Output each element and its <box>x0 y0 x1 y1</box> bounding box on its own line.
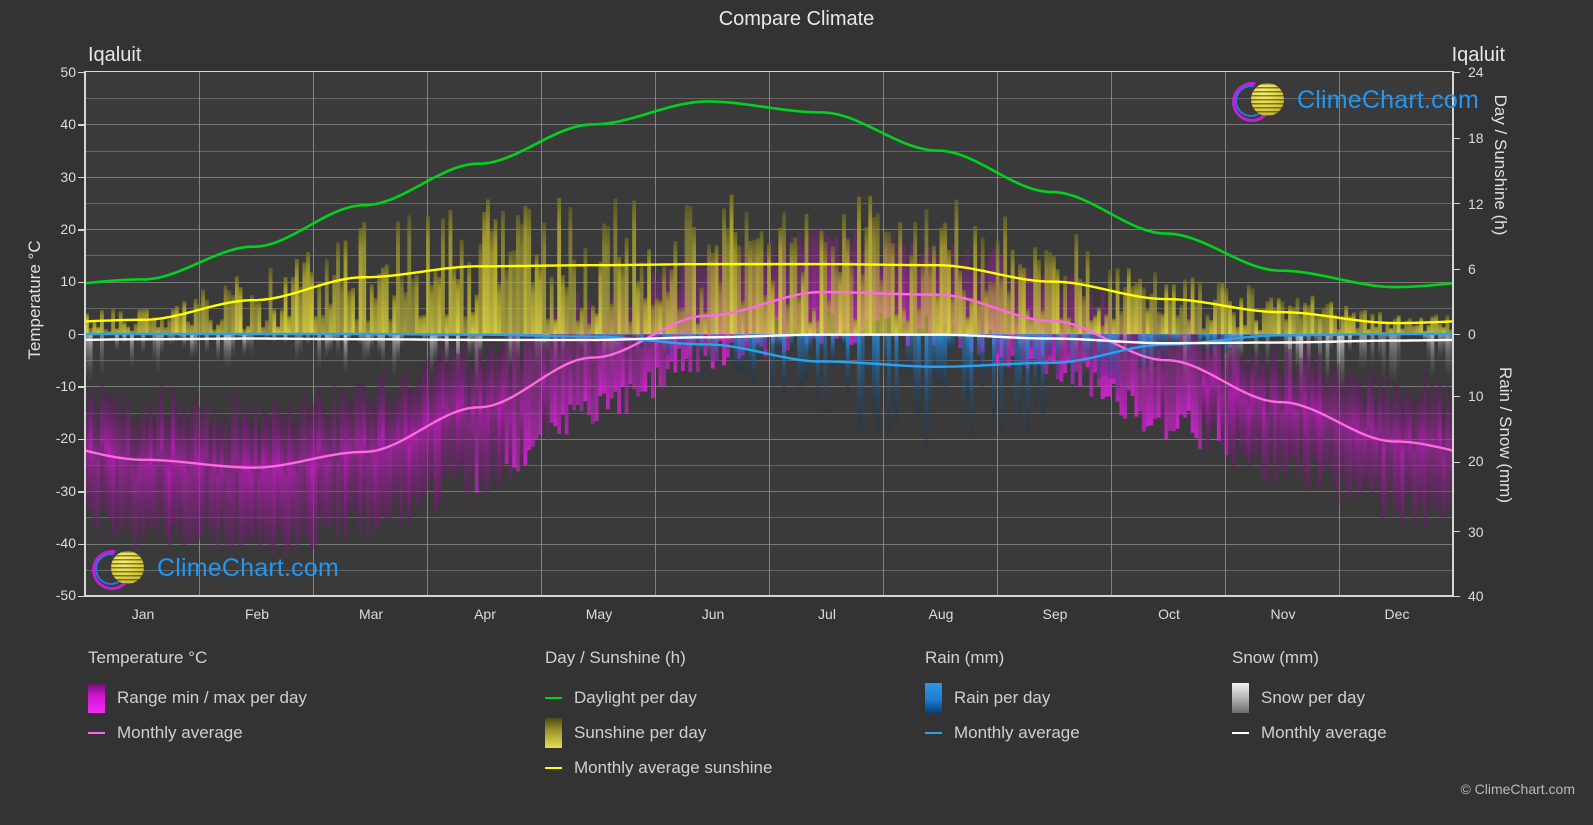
legend-label: Monthly average sunshine <box>574 757 773 777</box>
swatch-snow <box>1232 682 1249 713</box>
copyright-notice: © ClimeChart.com <box>1460 781 1575 797</box>
xtick-aug: Aug <box>928 606 954 622</box>
legend-group-temperature: Temperature °C Range min / max per day M… <box>88 648 307 750</box>
plot-top-border <box>84 71 1454 73</box>
legend-item[interactable]: Daylight per day <box>545 680 772 715</box>
legend-item[interactable]: Sunshine per day <box>545 715 772 750</box>
ytick-left: -40 <box>55 535 76 551</box>
xtick-dec: Dec <box>1384 606 1410 622</box>
legend-label: Monthly average <box>1261 722 1387 742</box>
logo-text: ClimeChart.com <box>1297 85 1479 114</box>
legend-item[interactable]: Monthly average <box>88 715 307 750</box>
xtick-jun: Jun <box>701 606 725 622</box>
swatch-temperature-average <box>88 731 105 734</box>
swatch-temperature-range <box>88 682 105 713</box>
legend-item[interactable]: Monthly average <box>925 715 1080 750</box>
swatch-daylight <box>545 696 562 699</box>
y-axis-label-right-top: Day / Sunshine (h) <box>1491 94 1510 236</box>
ytick-right-bottom: 40 <box>1468 588 1484 604</box>
xtick-jan: Jan <box>131 606 155 622</box>
chart-plot-area[interactable] <box>85 72 1453 596</box>
ytick-left: 50 <box>60 64 76 80</box>
legend-label: Snow per day <box>1261 687 1365 707</box>
legend-heading: Day / Sunshine (h) <box>545 648 686 667</box>
legend-label: Range min / max per day <box>117 687 307 707</box>
legend-heading: Temperature °C <box>88 648 208 667</box>
swatch-sunshine-average <box>545 766 562 769</box>
legend-label: Monthly average <box>954 722 1080 742</box>
ytick-left: -50 <box>55 587 76 603</box>
chart-data-layer <box>85 100 1453 558</box>
legend-label: Sunshine per day <box>574 722 707 742</box>
legend-item[interactable]: Snow per day <box>1232 680 1387 715</box>
climechart-logo-bottom[interactable]: ClimeChart.com <box>84 542 339 598</box>
y-axis-label-left: Temperature °C <box>25 240 44 360</box>
legend-label: Monthly average <box>117 722 243 742</box>
legend-item[interactable]: Rain per day <box>925 680 1080 715</box>
xtick-apr: Apr <box>474 606 496 622</box>
x-axis <box>84 595 1454 597</box>
legend-group-snow: Snow (mm) Snow per day Monthly average <box>1232 648 1387 750</box>
chart-legend: Temperature °C Range min / max per day M… <box>0 648 1593 818</box>
xtick-feb: Feb <box>244 606 270 622</box>
legend-heading: Snow (mm) <box>1232 648 1319 667</box>
climechart-logo-icon <box>1224 74 1290 130</box>
legend-group-daysun: Day / Sunshine (h) Daylight per day Suns… <box>545 648 772 785</box>
legend-item[interactable]: Monthly average sunshine <box>545 750 772 785</box>
xtick-mar: Mar <box>358 606 384 622</box>
y-axis-label-right-bottom: Rain / Snow (mm) <box>1496 366 1515 504</box>
xtick-oct: Oct <box>1158 606 1180 622</box>
legend-label: Rain per day <box>954 687 1051 707</box>
xtick-nov: Nov <box>1270 606 1296 622</box>
xtick-jul: Jul <box>818 606 836 622</box>
legend-item[interactable]: Monthly average <box>1232 715 1387 750</box>
logo-text: ClimeChart.com <box>157 553 339 582</box>
legend-group-rain: Rain (mm) Rain per day Monthly average <box>925 648 1080 750</box>
swatch-rain-average <box>925 731 942 734</box>
swatch-sunshine <box>545 717 562 748</box>
swatch-snow-average <box>1232 731 1249 734</box>
city-label-left: Iqaluit <box>88 44 142 66</box>
swatch-rain <box>925 682 942 713</box>
page-title: Compare Climate <box>718 8 875 30</box>
legend-item[interactable]: Range min / max per day <box>88 680 307 715</box>
legend-heading: Rain (mm) <box>925 648 1005 667</box>
xtick-sep: Sep <box>1042 606 1068 622</box>
legend-label: Daylight per day <box>574 687 697 707</box>
xtick-may: May <box>585 606 613 622</box>
climechart-logo-icon <box>84 542 150 598</box>
climechart-logo-top[interactable]: ClimeChart.com <box>1224 74 1479 130</box>
